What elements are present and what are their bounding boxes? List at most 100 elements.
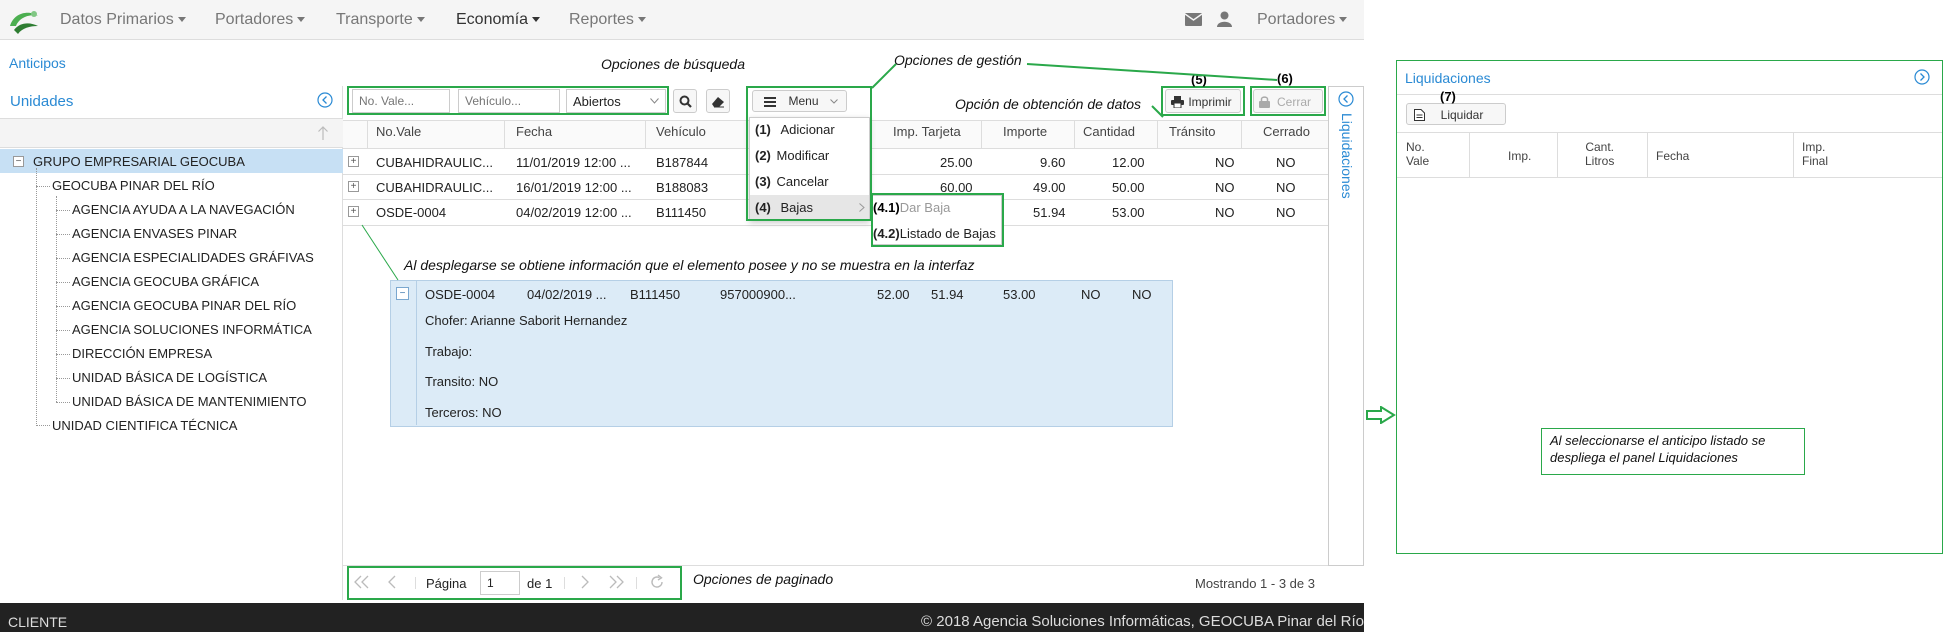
nav-portadores[interactable]: Portadores [215, 11, 306, 29]
liquidaciones-side-tab-label: Liquidaciones [1339, 113, 1355, 199]
liq-col-fecha[interactable]: Fecha [1656, 149, 1689, 163]
nav-datos-primarios[interactable]: Datos Primarios [60, 11, 186, 29]
annotation-box-submenu [871, 193, 1004, 247]
app-logo-icon[interactable] [4, 4, 44, 36]
tree-collapse-icon[interactable]: − [13, 156, 24, 167]
cell-cerrado[interactable]: NO [1276, 180, 1296, 195]
tree-node[interactable]: AGENCIA SOLUCIONES INFORMÁTICA [72, 322, 312, 337]
cell-importe[interactable]: 9.60 [1040, 155, 1065, 170]
footer-client-label: CLIENTE [8, 614, 68, 630]
col-header-importe[interactable]: Importe [1003, 124, 1047, 139]
annotation-number-6: (6) [1277, 71, 1293, 86]
cell-vehiculo[interactable]: B111450 [656, 205, 706, 220]
detail-cantidad: 53.00 [1003, 287, 1036, 302]
cell-vale[interactable]: CUBAHIDRAULIC... [376, 155, 493, 170]
nav-reportes[interactable]: Reportes [569, 11, 646, 29]
annotation-box-management [746, 86, 872, 221]
annotation-box-print [1161, 86, 1245, 116]
tree-node[interactable]: AGENCIA GEOCUBA GRÁFICA [72, 274, 259, 289]
col-header-fecha[interactable]: Fecha [516, 124, 552, 139]
liquidaciones-title: Liquidaciones [1405, 70, 1491, 86]
annotation-number-7: (7) [1440, 89, 1456, 104]
clear-search-button[interactable] [706, 89, 730, 113]
mail-icon[interactable] [1185, 13, 1202, 26]
document-icon [1414, 109, 1425, 121]
col-header-cantidad[interactable]: Cantidad [1083, 124, 1135, 139]
liq-col-imp[interactable]: Imp. [1508, 149, 1531, 163]
cell-transito[interactable]: NO [1215, 180, 1235, 195]
breadcrumb[interactable]: Anticipos [9, 55, 66, 71]
tree-node[interactable]: AGENCIA GEOCUBA PINAR DEL RÍO [72, 298, 296, 313]
footer-copyright: © 2018 Agencia Soluciones Informáticas, … [921, 613, 1364, 630]
liq-col-imp-final[interactable]: Imp. Final [1802, 140, 1828, 168]
row-detail-panel [390, 280, 1173, 427]
row-expand-icon[interactable]: + [348, 181, 359, 192]
tree-node-grupo-empresarial[interactable]: GRUPO EMPRESARIAL GEOCUBA [33, 154, 245, 169]
cell-transito[interactable]: NO [1215, 155, 1235, 170]
cell-fecha[interactable]: 16/01/2019 12:00 ... [516, 180, 632, 195]
tree-node[interactable]: AGENCIA AYUDA A LA NAVEGACIÓN [72, 202, 295, 217]
detail-cerrado: NO [1132, 287, 1152, 302]
cell-cantidad[interactable]: 12.00 [1112, 155, 1145, 170]
tree-node[interactable]: UNIDAD BÁSICA DE MANTENIMIENTO [72, 394, 307, 409]
cell-cerrado[interactable]: NO [1276, 155, 1296, 170]
row-expand-icon[interactable]: + [348, 206, 359, 217]
search-icon [679, 95, 692, 108]
expand-right-panel-icon[interactable] [1338, 91, 1354, 107]
user-icon[interactable] [1217, 11, 1232, 27]
tree-node[interactable]: DIRECCIÓN EMPRESA [72, 346, 212, 361]
collapse-right-panel-icon[interactable] [1914, 69, 1930, 85]
col-header-cerrado[interactable]: Cerrado [1263, 124, 1310, 139]
detail-transito-line: Transito: NO [425, 374, 499, 389]
cell-fecha[interactable]: 04/02/2019 12:00 ... [516, 205, 632, 220]
cell-vale[interactable]: OSDE-0004 [376, 205, 446, 220]
annotation-pager-options: Opciones de paginado [693, 571, 834, 587]
cell-vehiculo[interactable]: B188083 [656, 180, 708, 195]
cell-fecha[interactable]: 11/01/2019 12:00 ... [516, 155, 631, 170]
tree-node[interactable]: AGENCIA ESPECIALIDADES GRÁFIVAS [72, 250, 314, 265]
tree-node[interactable]: UNIDAD BÁSICA DE LOGÍSTICA [72, 370, 267, 385]
detail-imp-tarjeta: 52.00 [877, 287, 910, 302]
detail-importe: 51.94 [931, 287, 964, 302]
tree-node[interactable]: AGENCIA ENVASES PINAR [72, 226, 237, 241]
cell-importe[interactable]: 51.94 [1033, 205, 1066, 220]
col-header-vehiculo[interactable]: Vehículo [656, 124, 706, 139]
top-navbar: Datos Primarios Portadores Transporte Ec… [0, 0, 1364, 40]
tree-header [0, 119, 343, 147]
cell-cerrado[interactable]: NO [1276, 205, 1296, 220]
search-button[interactable] [673, 89, 697, 113]
annotation-detail-info: Al desplegarse se obtiene información qu… [404, 257, 975, 273]
pager-status: Mostrando 1 - 3 de 3 [1195, 576, 1315, 591]
cell-vehiculo[interactable]: B187844 [656, 155, 708, 170]
annotation-liquidaciones-note: Al seleccionarse el anticipo listado se … [1541, 428, 1805, 475]
detail-chofer: Chofer: Arianne Saborit Hernandez [425, 313, 628, 328]
annotation-search-options: Opciones de búsqueda [601, 56, 745, 72]
cell-cantidad[interactable]: 53.00 [1112, 205, 1145, 220]
nav-user-menu[interactable]: Portadores [1257, 11, 1348, 29]
row-expand-icon[interactable]: + [348, 156, 359, 167]
annotation-box-pager [347, 566, 682, 600]
detail-tarjeta: 957000900... [720, 287, 796, 302]
cell-transito[interactable]: NO [1215, 205, 1235, 220]
annotation-box-search [347, 86, 669, 115]
cell-vale[interactable]: CUBAHIDRAULIC... [376, 180, 493, 195]
col-header-vale[interactable]: No.Vale [376, 124, 421, 139]
arrow-right-icon [1366, 406, 1396, 424]
liq-col-vale[interactable]: No. Vale [1406, 140, 1429, 168]
tree-node-unidad-cientifica[interactable]: UNIDAD CIENTIFICA TÉCNICA [52, 418, 237, 433]
liquidar-button[interactable]: Liquidar [1406, 103, 1506, 125]
nav-transporte[interactable]: Transporte [336, 11, 425, 29]
liq-col-cant-litros[interactable]: Cant. Litros [1585, 140, 1614, 168]
units-panel-title: Unidades [10, 93, 74, 110]
sort-up-icon[interactable] [317, 125, 329, 141]
tree-node-geocuba-pinar[interactable]: GEOCUBA PINAR DEL RÍO [52, 178, 215, 193]
col-header-imp-tarjeta[interactable]: Imp. Tarjeta [893, 124, 961, 139]
col-header-transito[interactable]: Tránsito [1169, 124, 1215, 139]
collapse-left-icon[interactable] [317, 92, 333, 108]
cell-imp-tarjeta[interactable]: 25.00 [940, 155, 973, 170]
annotation-number-5: (5) [1191, 72, 1207, 87]
nav-economia[interactable]: Economía [456, 11, 541, 29]
detail-vehiculo: B111450 [630, 287, 681, 302]
cell-cantidad[interactable]: 50.00 [1112, 180, 1145, 195]
cell-importe[interactable]: 49.00 [1033, 180, 1066, 195]
